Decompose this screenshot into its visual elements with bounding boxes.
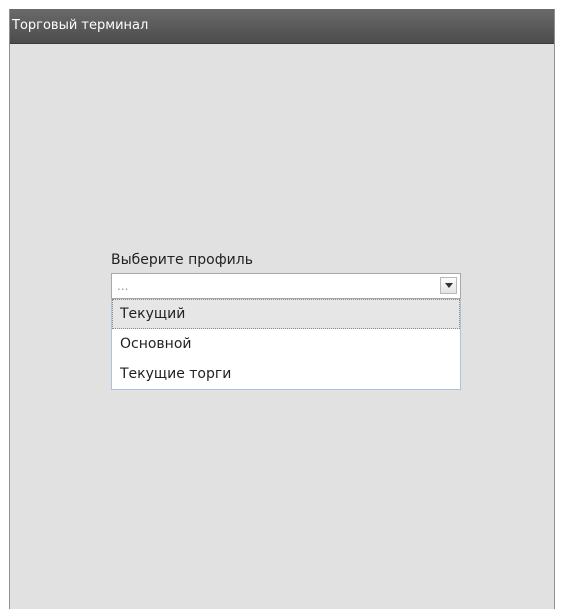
window-titlebar: Торговый терминал	[10, 9, 554, 44]
profile-label: Выберите профиль	[111, 252, 253, 268]
chevron-down-icon	[445, 283, 453, 288]
window-title: Торговый терминал	[12, 18, 149, 33]
option-main[interactable]: Основной	[112, 329, 460, 359]
profile-options-list: Текущий Основной Текущие торги	[111, 299, 461, 390]
profile-dropdown[interactable]: ...	[111, 273, 461, 299]
profile-dropdown-value: ...	[117, 279, 129, 293]
option-current-trades[interactable]: Текущие торги	[112, 359, 460, 389]
dropdown-arrow-button[interactable]	[440, 277, 457, 294]
app-window: Торговый терминал Выберите профиль ... Т…	[9, 9, 555, 609]
option-current[interactable]: Текущий	[112, 299, 460, 329]
profile-selector: Выберите профиль ... Текущий Основной Те…	[111, 249, 461, 390]
